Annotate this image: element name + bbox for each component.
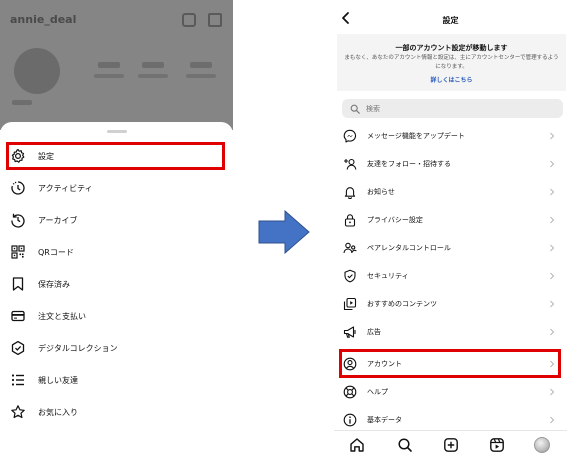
settings-item-help[interactable]: ヘルプ	[334, 378, 567, 406]
messenger-icon	[343, 129, 357, 143]
notice-banner: 一部のアカウント設定が移動します まもなく、あなたのアカウント情報と設定は、主に…	[337, 34, 566, 91]
dimmed-profile-background: annie_deal	[0, 0, 233, 130]
menu-item-favorites[interactable]: お気に入り	[0, 396, 233, 428]
add-person-icon	[343, 157, 357, 171]
profile-stat	[98, 62, 120, 68]
lifebuoy-icon	[343, 385, 357, 399]
activity-icon	[10, 180, 26, 196]
profile-stat-label	[138, 74, 168, 78]
profile-stat	[142, 62, 164, 68]
settings-item-notifications[interactable]: お知らせ	[334, 178, 567, 206]
menu-item-label: お気に入り	[38, 407, 78, 417]
star-icon	[10, 404, 26, 420]
menu-item-qr-code[interactable]: QRコード	[0, 236, 233, 268]
settings-item-label: ヘルプ	[367, 388, 388, 396]
menu-item-close-friends[interactable]: 親しい友達	[0, 364, 233, 396]
transition-arrow	[258, 210, 310, 254]
menu-icon	[208, 13, 222, 27]
shield-check-icon	[343, 269, 357, 283]
settings-item-messaging[interactable]: メッセージ機能をアップデート	[334, 122, 567, 150]
menu-item-label: 保存済み	[38, 279, 70, 289]
menu-item-label: アーカイブ	[38, 215, 78, 225]
verified-badge-icon	[10, 340, 26, 356]
settings-item-label: 基本データ	[367, 416, 402, 424]
search-icon	[350, 104, 360, 114]
profile-avatar[interactable]	[534, 437, 550, 453]
settings-item-label: メッセージ機能をアップデート	[367, 132, 465, 140]
settings-item-suggested-content[interactable]: おすすめのコンテンツ	[334, 290, 567, 318]
chevron-right-icon	[550, 388, 555, 396]
search-input[interactable]	[366, 104, 546, 113]
home-icon[interactable]	[349, 437, 365, 453]
chevron-right-icon	[550, 188, 555, 196]
menu-item-label: アクティビティ	[38, 183, 93, 193]
credit-card-icon	[10, 308, 26, 324]
settings-item-label: ペアレンタルコントロール	[367, 244, 451, 252]
notice-title: 一部のアカウント設定が移動します	[395, 44, 508, 52]
menu-item-label: QRコード	[38, 247, 74, 257]
bookmark-icon	[10, 276, 26, 292]
create-post-icon[interactable]	[443, 437, 459, 453]
settings-item-parental-control[interactable]: ペアレンタルコントロール	[334, 234, 567, 262]
lock-icon	[343, 213, 357, 227]
megaphone-icon	[343, 325, 357, 339]
profile-stat-label	[94, 74, 124, 78]
sheet-drag-handle[interactable]	[107, 130, 127, 133]
chevron-right-icon	[550, 216, 555, 224]
settings-item-label: お知らせ	[367, 188, 395, 196]
profile-name	[12, 100, 32, 105]
search-icon[interactable]	[397, 437, 413, 453]
menu-item-label: 親しい友達	[38, 375, 78, 385]
right-phone-screen: 設定 一部のアカウント設定が移動します まもなく、あなたのアカウント情報と設定は…	[334, 0, 567, 465]
close-friends-list-icon	[10, 372, 26, 388]
settings-item-follow-invite[interactable]: 友達をフォロー・招待する	[334, 150, 567, 178]
search-bar[interactable]	[342, 99, 563, 118]
create-icon	[182, 13, 196, 27]
bell-icon	[343, 185, 357, 199]
chevron-right-icon	[550, 160, 555, 168]
menu-item-activity[interactable]: アクティビティ	[0, 172, 233, 204]
profile-stat-label	[186, 74, 216, 78]
info-icon	[343, 413, 357, 427]
left-phone-screen: annie_deal 設定 アクティビティ アーカイブ QRコード 保存済み 注…	[0, 0, 233, 465]
chevron-right-icon	[550, 300, 555, 308]
settings-highlight-box	[6, 142, 225, 170]
chevron-right-icon	[550, 244, 555, 252]
qr-code-icon	[10, 244, 26, 260]
profile-stat	[190, 62, 212, 68]
page-title: 設定	[442, 16, 459, 25]
profile-avatar	[14, 48, 60, 94]
reels-icon[interactable]	[489, 437, 505, 453]
settings-item-label: プライバシー設定	[367, 216, 423, 224]
settings-item-ads[interactable]: 広告	[334, 318, 567, 346]
profile-username: annie_deal	[10, 13, 77, 26]
settings-item-label: 友達をフォロー・招待する	[367, 160, 451, 168]
settings-item-label: セキュリティ	[367, 272, 409, 280]
settings-item-label: おすすめのコンテンツ	[367, 300, 437, 308]
account-highlight-box	[339, 349, 561, 378]
chevron-right-icon	[550, 272, 555, 280]
menu-item-orders-payments[interactable]: 注文と支払い	[0, 300, 233, 332]
menu-item-label: 注文と支払い	[38, 311, 86, 321]
settings-item-label: 広告	[367, 328, 381, 336]
chevron-right-icon	[550, 416, 555, 424]
bottom-sheet-menu: 設定 アクティビティ アーカイブ QRコード 保存済み 注文と支払い デジタルコ…	[0, 122, 233, 465]
chevron-right-icon	[550, 328, 555, 336]
content-icon	[343, 297, 357, 311]
menu-item-archive[interactable]: アーカイブ	[0, 204, 233, 236]
menu-item-digital-collectibles[interactable]: デジタルコレクション	[0, 332, 233, 364]
menu-item-saved[interactable]: 保存済み	[0, 268, 233, 300]
chevron-right-icon	[550, 132, 555, 140]
supervision-icon	[343, 241, 357, 255]
bottom-navigation-bar	[334, 430, 567, 465]
archive-icon	[10, 212, 26, 228]
settings-item-privacy[interactable]: プライバシー設定	[334, 206, 567, 234]
settings-item-security[interactable]: セキュリティ	[334, 262, 567, 290]
learn-more-link[interactable]: 詳しくはこちら	[337, 75, 566, 84]
menu-item-label: デジタルコレクション	[38, 343, 118, 353]
notice-body: まもなく、あなたのアカウント情報と設定は、主にアカウントセンターで管理するように…	[344, 55, 559, 70]
